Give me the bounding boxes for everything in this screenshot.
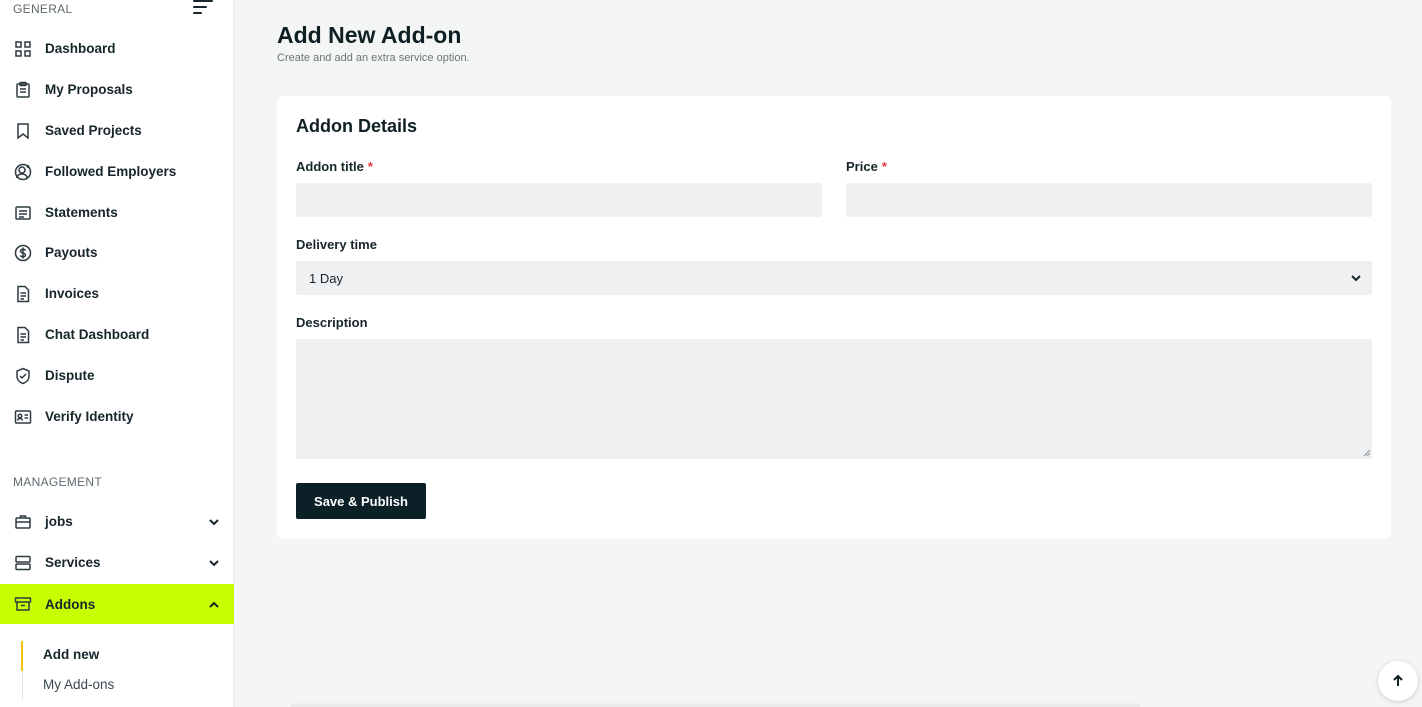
shield-icon [14,367,32,385]
sidebar-item-label: Verify Identity [45,409,134,424]
document-icon [14,285,32,303]
sidebar-item-label: Followed Employers [45,164,177,179]
sidebar-item-label: Dashboard [45,41,116,56]
sidebar-item-label: jobs [45,514,73,529]
sidebar-item-followed-employers[interactable]: Followed Employers [0,151,234,192]
description-label: Description [296,315,368,330]
section-label-general: GENERAL [13,2,73,16]
sidebar-item-label: Statements [45,205,118,220]
sidebar-item-label: Dispute [45,368,95,383]
section-label-management: MANAGEMENT [13,475,103,489]
arrow-up-icon [1393,674,1403,686]
id-card-icon [14,408,32,426]
delivery-time-label: Delivery time [296,237,377,252]
save-publish-button[interactable]: Save & Publish [296,483,426,519]
sidebar-item-label: Services [45,555,101,570]
addon-title-label: Addon title * [296,159,373,174]
grid-icon [14,40,32,58]
price-input[interactable] [846,183,1372,217]
sidebar-item-my-proposals[interactable]: My Proposals [0,69,234,110]
submenu-item-my-add-ons[interactable]: My Add-ons [43,677,114,692]
page-subtitle: Create and add an extra service option. [277,52,470,64]
required-mark: * [367,159,373,174]
price-label-text: Price [846,159,878,174]
sidebar-item-label: Payouts [45,245,98,260]
briefcase-icon [14,513,32,531]
resize-grip-icon[interactable] [1363,449,1371,457]
user-follow-icon [14,163,32,181]
chevron-down-icon [1350,272,1362,284]
delivery-time-value: 1 Day [309,270,343,286]
sidebar-item-dispute[interactable]: Dispute [0,355,234,396]
sidebar-item-statements[interactable]: Statements [0,192,234,233]
sidebar-item-dashboard[interactable]: Dashboard [0,28,234,69]
archive-icon [14,595,32,613]
scroll-to-top-button[interactable] [1378,661,1418,701]
clipboard-icon [14,81,32,99]
menu-toggle-icon[interactable] [193,0,213,16]
sidebar-item-chat-dashboard[interactable]: Chat Dashboard [0,314,234,355]
sidebar-item-services[interactable]: Services [0,542,234,583]
chevron-down-icon[interactable] [208,515,220,527]
sidebar: GENERAL Dashboard My Proposals Saved Pro… [0,0,234,707]
server-icon [14,554,32,572]
delivery-time-select[interactable]: 1 Day [296,261,1372,295]
sidebar-item-label: Saved Projects [45,123,142,138]
card-title: Addon Details [296,116,418,136]
sidebar-item-jobs[interactable]: jobs [0,501,234,542]
addon-details-card: Addon Details Addon title * Price * Delive… [277,96,1391,539]
sidebar-item-invoices[interactable]: Invoices [0,273,234,314]
chevron-up-icon[interactable] [208,598,220,610]
description-textarea[interactable] [296,339,1372,459]
sidebar-item-label: Invoices [45,286,100,301]
submenu-item-add-new[interactable]: Add new [43,647,99,662]
addon-title-label-text: Addon title [296,159,364,174]
list-icon [14,204,32,222]
footer-shadow [290,703,1140,707]
dollar-icon [14,244,32,262]
sidebar-item-label: Addons [45,596,96,612]
bookmark-icon [14,122,32,140]
sidebar-item-payouts[interactable]: Payouts [0,232,234,273]
chevron-down-icon[interactable] [208,556,220,568]
submenu-active-indicator [21,641,23,671]
sidebar-item-label: Chat Dashboard [45,327,150,342]
sidebar-item-saved-projects[interactable]: Saved Projects [0,110,234,151]
sidebar-item-label: My Proposals [45,82,133,97]
document-icon [14,326,32,344]
price-label: Price * [846,159,887,174]
page-title: Add New Add-on [277,22,462,48]
sidebar-item-verify-identity[interactable]: Verify Identity [0,396,234,437]
addon-title-input[interactable] [296,183,822,217]
sidebar-item-addons[interactable]: Addons [0,584,234,624]
required-mark: * [881,159,887,174]
